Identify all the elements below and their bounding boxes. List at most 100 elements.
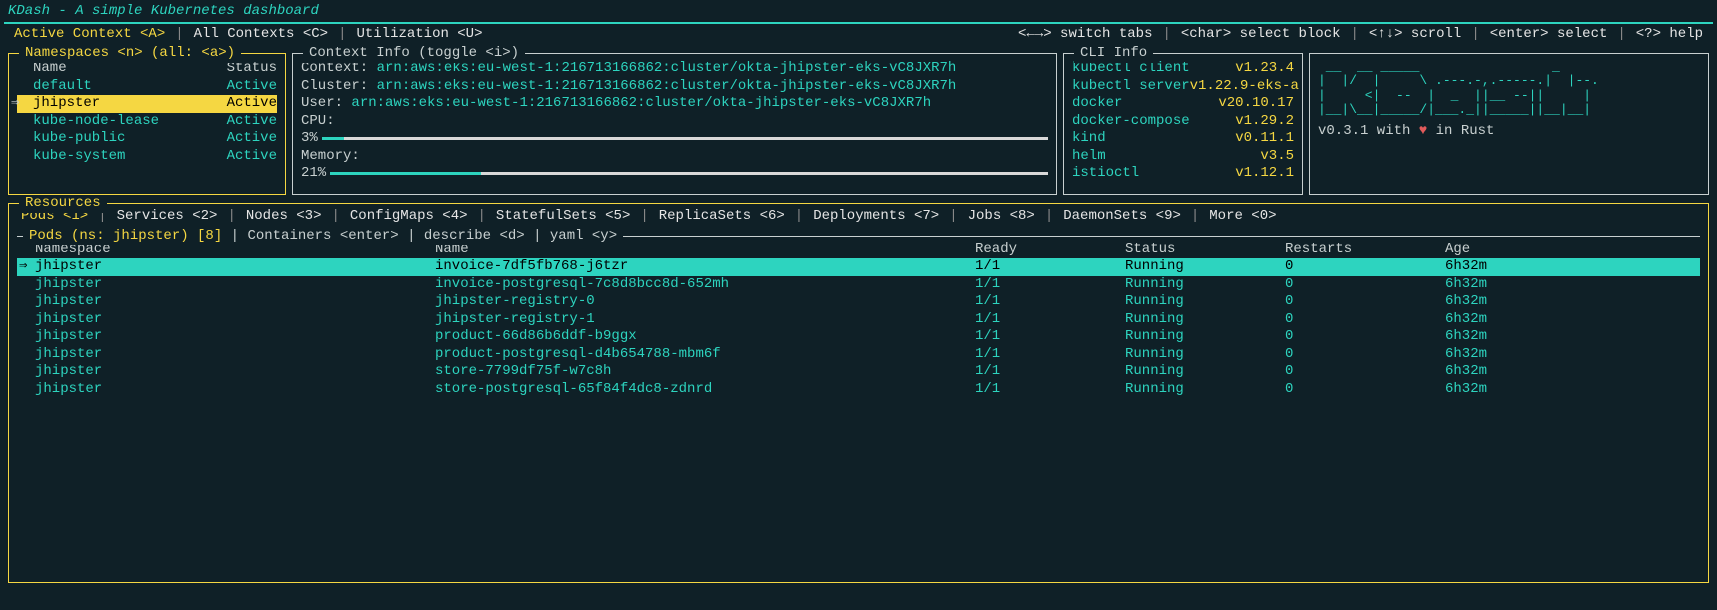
resource-tab[interactable]: Jobs <8>: [964, 208, 1039, 226]
help-hint: <char> select block: [1177, 26, 1345, 44]
pod-row[interactable]: jhipsterinvoice-postgresql-7c8d8bcc8d-65…: [17, 276, 1700, 294]
topbar-tab[interactable]: Active Context <A>: [10, 26, 169, 44]
heart-icon: ♥: [1419, 123, 1427, 139]
pod-name: product-66d86b6ddf-b9ggx: [435, 328, 975, 346]
namespaces-title: Namespaces <n> (all: <a>): [19, 45, 241, 63]
resource-tab[interactable]: StatefulSets <5>: [492, 208, 634, 226]
pod-name: product-postgresql-d4b654788-mbm6f: [435, 346, 975, 364]
pod-ns: jhipster: [35, 381, 435, 399]
ns-status: Active: [227, 78, 277, 96]
logo-footer-post: in Rust: [1427, 123, 1494, 139]
pod-status: Running: [1125, 381, 1285, 399]
pods-title: Pods (ns: jhipster) [8]: [29, 228, 222, 244]
pod-restarts: 0: [1285, 293, 1445, 311]
pod-row[interactable]: jhipsterstore-7799df75f-w7c8h1/1Running0…: [17, 363, 1700, 381]
pod-status: Running: [1125, 276, 1285, 294]
ns-status: Active: [227, 130, 277, 148]
resources-panel: Resources Pods <1>|Services <2>|Nodes <3…: [8, 203, 1709, 583]
cli-info-title: CLI Info: [1074, 45, 1153, 63]
logo-ascii: __ __ _____ _ | |/ | \ .---.-,.-----.| |…: [1318, 60, 1700, 117]
pod-restarts: 0: [1285, 328, 1445, 346]
separator: |: [1611, 26, 1631, 44]
pod-row[interactable]: jhipsterjhipster-registry-11/1Running06h…: [17, 311, 1700, 329]
pod-row[interactable]: ⇒jhipsterinvoice-7df5fb768-j6tzr1/1Runni…: [17, 258, 1700, 276]
cli-row: istioctlv1.12.1: [1072, 165, 1294, 183]
pod-row[interactable]: jhipsterproduct-postgresql-d4b654788-mbm…: [17, 346, 1700, 364]
pod-name: invoice-postgresql-7c8d8bcc8d-652mh: [435, 276, 975, 294]
cli-version: v1.22.9-eks-a: [1190, 78, 1299, 96]
resource-tab[interactable]: Nodes <3>: [242, 208, 326, 226]
cli-row: kubectl clientv1.23.4: [1072, 60, 1294, 78]
pod-age: 6h32m: [1445, 328, 1696, 346]
pod-name: store-postgresql-65f84f4dc8-zdnrd: [435, 381, 975, 399]
pod-ns: jhipster: [35, 363, 435, 381]
pod-name: invoice-7df5fb768-j6tzr: [435, 258, 975, 276]
pod-ns: jhipster: [35, 311, 435, 329]
resource-tab[interactable]: More <0>: [1205, 208, 1280, 226]
namespace-row[interactable]: kube-system Active: [17, 148, 277, 166]
ns-name: kube-public: [33, 130, 125, 148]
cli-name: docker: [1072, 95, 1122, 113]
cli-name: istioctl: [1072, 165, 1139, 183]
resource-tab[interactable]: Services <2>: [113, 208, 222, 226]
topbar-left: Active Context <A>|All Contexts <C>|Util…: [10, 26, 487, 44]
pod-ready: 1/1: [975, 363, 1125, 381]
resources-title: Resources: [19, 195, 107, 213]
namespace-row[interactable]: default Active: [17, 78, 277, 96]
separator: |: [943, 208, 963, 226]
cli-version: v3.5: [1260, 148, 1294, 166]
cli-name: kind: [1072, 130, 1106, 148]
cpu-pct: 3%: [301, 130, 318, 148]
logo-panel: __ __ _____ _ | |/ | \ .---.-,.-----.| |…: [1309, 53, 1709, 195]
ns-header-status: Status: [227, 60, 277, 78]
separator: |: [169, 26, 189, 44]
pod-restarts: 0: [1285, 381, 1445, 399]
pod-ready: 1/1: [975, 381, 1125, 399]
col-status: Status: [1125, 241, 1285, 259]
pod-row[interactable]: jhipsterjhipster-registry-01/1Running06h…: [17, 293, 1700, 311]
cli-row: kubectl serverv1.22.9-eks-a: [1072, 78, 1294, 96]
pod-name: jhipster-registry-0: [435, 293, 975, 311]
pod-row[interactable]: jhipsterproduct-66d86b6ddf-b9ggx1/1Runni…: [17, 328, 1700, 346]
cli-row: dockerv20.10.17: [1072, 95, 1294, 113]
namespace-row[interactable]: ⇒jhipsterActive: [17, 95, 277, 113]
resource-tab[interactable]: ReplicaSets <6>: [655, 208, 789, 226]
separator: |: [221, 208, 241, 226]
logo-footer: v0.3.1 with ♥ in Rust: [1318, 123, 1700, 141]
cpu-bar: [322, 137, 1048, 140]
resource-tab[interactable]: DaemonSets <9>: [1059, 208, 1185, 226]
resource-tab[interactable]: Deployments <7>: [809, 208, 943, 226]
cli-name: kubectl server: [1072, 78, 1190, 96]
separator: |: [1185, 208, 1205, 226]
ns-status: Active: [227, 148, 277, 166]
resource-tab[interactable]: ConfigMaps <4>: [346, 208, 472, 226]
cli-version: v1.23.4: [1235, 60, 1294, 78]
cli-row: kindv0.11.1: [1072, 130, 1294, 148]
pod-age: 6h32m: [1445, 258, 1696, 276]
context-info-title: Context Info (toggle <i>): [303, 45, 525, 63]
namespace-row[interactable]: kube-public Active: [17, 130, 277, 148]
pods-hint: | Containers <enter> | describe <d> | ya…: [222, 228, 617, 244]
pod-ns: jhipster: [35, 328, 435, 346]
col-restarts: Restarts: [1285, 241, 1445, 259]
pod-restarts: 0: [1285, 276, 1445, 294]
col-ready: Ready: [975, 241, 1125, 259]
mem-label: Memory:: [301, 148, 1048, 166]
topbar-right: <←→> switch tabs|<char> select block|<↑↓…: [1014, 26, 1707, 44]
pod-row[interactable]: jhipsterstore-postgresql-65f84f4dc8-zdnr…: [17, 381, 1700, 399]
separator: |: [634, 208, 654, 226]
resources-tabs: Pods <1>|Services <2>|Nodes <3>|ConfigMa…: [9, 208, 1708, 230]
pod-age: 6h32m: [1445, 346, 1696, 364]
ns-header-name: Name: [33, 60, 67, 78]
namespace-row[interactable]: kube-node-leaseActive: [17, 113, 277, 131]
separator: |: [1465, 26, 1485, 44]
topbar-tab[interactable]: Utilization <U>: [352, 26, 486, 44]
ns-name: kube-system: [33, 148, 125, 166]
pod-status: Running: [1125, 328, 1285, 346]
separator: |: [325, 208, 345, 226]
topbar-tab[interactable]: All Contexts <C>: [190, 26, 332, 44]
pod-ready: 1/1: [975, 346, 1125, 364]
help-hint: <enter> select: [1486, 26, 1612, 44]
pod-age: 6h32m: [1445, 363, 1696, 381]
ns-name: default: [33, 78, 92, 96]
